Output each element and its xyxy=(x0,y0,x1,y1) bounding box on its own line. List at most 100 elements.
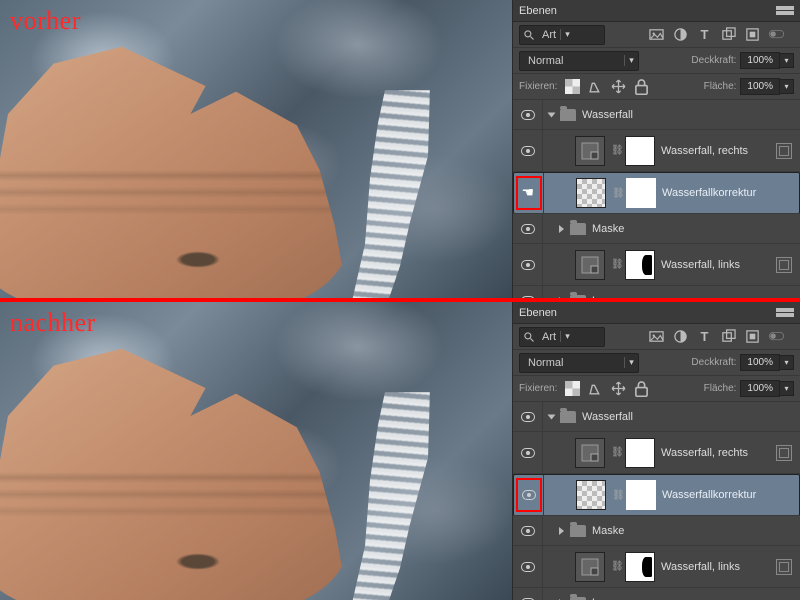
chevron-down-icon[interactable]: ▾ xyxy=(780,53,794,68)
chevron-down-icon: ▾ xyxy=(624,55,638,66)
fill-label: Fläche: xyxy=(704,81,737,92)
chevron-down-icon[interactable]: ▾ xyxy=(780,79,794,94)
fill-value[interactable]: 100% xyxy=(740,78,780,95)
link-icon: ⛓ xyxy=(611,259,619,270)
blend-mode-value: Normal xyxy=(520,55,567,67)
visibility-toggle[interactable] xyxy=(513,516,543,545)
opacity-value[interactable]: 100% xyxy=(740,52,780,69)
layer-wasserfall-rechts[interactable]: ⛓ Wasserfall, rechts xyxy=(513,130,800,172)
layer-name: Lampe xyxy=(592,597,626,600)
mask-thumb xyxy=(625,438,655,468)
visibility-toggle[interactable] xyxy=(513,214,543,243)
smartfilter-icon[interactable] xyxy=(776,143,792,159)
eye-icon xyxy=(521,562,535,572)
filter-smart-icon[interactable] xyxy=(745,27,760,42)
smartfilter-icon[interactable] xyxy=(776,559,792,575)
smartobject-thumb xyxy=(575,250,605,280)
chevron-right-icon[interactable] xyxy=(559,225,564,233)
lock-transparency-icon[interactable] xyxy=(565,79,580,94)
layer-filter-type[interactable]: Art ▾ xyxy=(519,327,605,347)
filter-adjustment-icon[interactable] xyxy=(673,27,688,42)
smartfilter-icon[interactable] xyxy=(776,445,792,461)
filter-adjustment-icon[interactable] xyxy=(673,329,688,344)
lock-pixels-icon[interactable] xyxy=(588,381,603,396)
layer-wasserfall-links[interactable]: ⛓ Wasserfall, links xyxy=(513,546,800,588)
visibility-toggle[interactable]: ☚ xyxy=(514,173,544,213)
chevron-down-icon[interactable] xyxy=(548,112,556,117)
blend-mode-select[interactable]: Normal ▾ xyxy=(519,353,639,373)
eye-icon xyxy=(521,412,535,422)
panel-menu-icon[interactable] xyxy=(776,306,794,320)
opacity-label: Deckkraft: xyxy=(691,55,736,66)
chevron-right-icon[interactable] xyxy=(559,297,564,299)
layer-name: Wasserfall, links xyxy=(661,561,740,573)
visibility-toggle[interactable] xyxy=(513,130,543,171)
layer-wasserfallkorrektur[interactable]: ⛓ Wasserfallkorrektur xyxy=(513,474,800,516)
composite-waterfall xyxy=(330,392,430,600)
visibility-toggle[interactable] xyxy=(513,432,543,473)
filter-type-icon[interactable]: T xyxy=(697,329,712,344)
opacity-value[interactable]: 100% xyxy=(740,354,780,371)
lock-position-icon[interactable] xyxy=(611,381,626,396)
layers-list: Wasserfall ⛓ Wasserfall, rechts xyxy=(513,402,800,600)
layer-filter-type[interactable]: Art ▾ xyxy=(519,25,605,45)
visibility-toggle[interactable] xyxy=(513,588,543,600)
layer-name: Wasserfall xyxy=(582,411,633,423)
filter-smart-icon[interactable] xyxy=(745,329,760,344)
smartobject-thumb xyxy=(575,438,605,468)
chevron-down-icon[interactable]: ▾ xyxy=(780,381,794,396)
panel-titlebar[interactable]: Ebenen xyxy=(513,302,800,324)
layer-group-lampe[interactable]: Lampe xyxy=(513,286,800,298)
visibility-toggle[interactable] xyxy=(513,100,543,129)
filter-shape-icon[interactable] xyxy=(721,27,736,42)
lock-all-icon[interactable] xyxy=(634,79,649,94)
layer-name: Wasserfall, rechts xyxy=(661,145,748,157)
layer-wasserfallkorrektur[interactable]: ☚ ⛓ Wasserfallkorrektur xyxy=(513,172,800,214)
visibility-toggle[interactable] xyxy=(513,286,543,298)
layer-name: Wasserfall, rechts xyxy=(661,447,748,459)
canvas-before: vorher xyxy=(0,0,512,298)
filter-toggle-icon[interactable] xyxy=(769,27,784,42)
visibility-toggle[interactable] xyxy=(513,546,543,587)
visibility-toggle[interactable] xyxy=(513,402,543,431)
layer-wasserfall-links[interactable]: ⛓ Wasserfall, links xyxy=(513,244,800,286)
visibility-toggle[interactable] xyxy=(514,475,544,515)
chevron-down-icon[interactable]: ▾ xyxy=(780,355,794,370)
lock-transparency-icon[interactable] xyxy=(565,381,580,396)
mask-thumb xyxy=(625,250,655,280)
smartobject-thumb xyxy=(575,552,605,582)
layer-name: Maske xyxy=(592,525,624,537)
layer-name: Wasserfallkorrektur xyxy=(662,489,756,501)
chevron-right-icon[interactable] xyxy=(559,527,564,535)
visibility-toggle[interactable] xyxy=(513,244,543,285)
filter-pixel-icon[interactable] xyxy=(649,27,664,42)
search-icon xyxy=(520,331,538,343)
lock-all-icon[interactable] xyxy=(634,381,649,396)
layer-group-wasserfall[interactable]: Wasserfall xyxy=(513,402,800,432)
lock-position-icon[interactable] xyxy=(611,79,626,94)
layer-name: Lampe xyxy=(592,295,626,299)
layer-thumb xyxy=(576,178,606,208)
fill-value[interactable]: 100% xyxy=(740,380,780,397)
eye-icon xyxy=(521,110,535,120)
filter-type-value: Art xyxy=(538,331,560,343)
smartfilter-icon[interactable] xyxy=(776,257,792,273)
layer-group-maske[interactable]: Maske xyxy=(513,516,800,546)
blend-mode-select[interactable]: Normal ▾ xyxy=(519,51,639,71)
lock-pixels-icon[interactable] xyxy=(588,79,603,94)
filter-toggle-icon[interactable] xyxy=(769,329,784,344)
filter-shape-icon[interactable] xyxy=(721,329,736,344)
eye-icon xyxy=(521,260,535,270)
filter-pixel-icon[interactable] xyxy=(649,329,664,344)
layer-wasserfall-rechts[interactable]: ⛓ Wasserfall, rechts xyxy=(513,432,800,474)
layer-group-wasserfall[interactable]: Wasserfall xyxy=(513,100,800,130)
panel-titlebar[interactable]: Ebenen xyxy=(513,0,800,22)
layer-group-maske[interactable]: Maske xyxy=(513,214,800,244)
link-icon: ⛓ xyxy=(611,447,619,458)
filter-type-icon[interactable]: T xyxy=(697,27,712,42)
blend-mode-value: Normal xyxy=(520,357,567,369)
eye-icon xyxy=(521,448,535,458)
panel-menu-icon[interactable] xyxy=(776,4,794,18)
chevron-down-icon[interactable] xyxy=(548,414,556,419)
layer-group-lampe[interactable]: Lampe xyxy=(513,588,800,600)
